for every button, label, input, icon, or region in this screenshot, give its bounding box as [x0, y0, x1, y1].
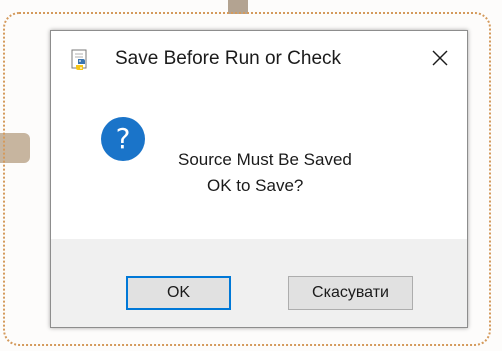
question-icon: ?: [101, 117, 145, 161]
dialog-title: Save Before Run or Check: [115, 48, 342, 69]
python-idle-icon: [69, 49, 91, 71]
message-line-1: Source Must Be Saved: [178, 150, 352, 169]
close-button[interactable]: [413, 31, 467, 89]
ok-button[interactable]: OK: [126, 276, 231, 310]
close-icon: [432, 50, 448, 71]
dialog-titlebar: Save Before Run or Check: [51, 31, 467, 89]
question-glyph: ?: [115, 122, 131, 155]
cancel-button-label: Скасувати: [312, 284, 389, 301]
save-before-run-dialog: Save Before Run or Check ? Source Must B…: [50, 30, 468, 328]
cancel-button[interactable]: Скасувати: [288, 276, 413, 310]
ok-button-label: OK: [166, 284, 191, 301]
message-line-2: OK to Save?: [207, 176, 304, 195]
